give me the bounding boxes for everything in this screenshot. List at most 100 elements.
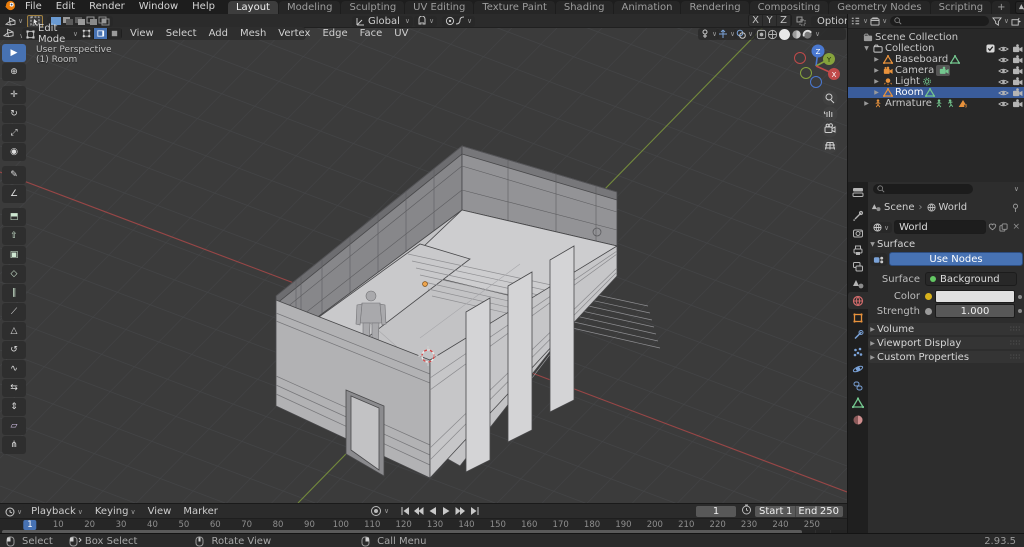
tool-smooth-button[interactable]: ∿ — [2, 360, 26, 378]
surface-shader-dropdown[interactable]: Background — [925, 272, 1017, 286]
panel-grip-icon[interactable]: ∷∷ — [1010, 325, 1021, 333]
outliner-editor-icon[interactable] — [850, 16, 861, 26]
shading-wireframe-icon[interactable] — [767, 29, 778, 40]
outliner-search-input[interactable] — [890, 16, 989, 26]
properties-editor-type-button[interactable] — [848, 184, 868, 201]
tool-bevel-button[interactable]: ◇ — [2, 265, 26, 283]
expander-icon[interactable]: ▶ — [872, 67, 881, 74]
properties-tab-tool[interactable] — [848, 207, 868, 224]
hide-in-viewport-icon[interactable] — [998, 100, 1009, 108]
next-keyframe-button[interactable] — [454, 506, 467, 517]
outliner-row-armature[interactable]: ▶ Armature 9 — [848, 98, 1024, 109]
topbar-menu-edit[interactable]: Edit — [49, 0, 82, 14]
expander-icon[interactable]: ▶ — [872, 56, 881, 63]
mirror-x-button[interactable]: X — [749, 15, 763, 26]
jump-to-start-button[interactable] — [398, 506, 411, 517]
fake-user-icon[interactable] — [988, 223, 997, 232]
transform-orientation-dropdown[interactable]: Global ∨ — [352, 15, 414, 27]
animate-dot-icon[interactable] — [1018, 294, 1022, 299]
topbar-menu-window[interactable]: Window — [132, 0, 185, 14]
panel-header-volume[interactable]: ▶ Volume ∷∷ — [868, 323, 1024, 335]
outliner-row-baseboard[interactable]: ▶ Baseboard — [848, 54, 1024, 65]
timeline-menu-view[interactable]: View — [142, 506, 178, 517]
properties-tab-modifiers[interactable] — [848, 326, 868, 343]
workspace-tab-rendering[interactable]: Rendering — [681, 1, 749, 14]
tool-inset-faces-button[interactable]: ▣ — [2, 246, 26, 264]
new-collection-icon[interactable] — [1011, 17, 1021, 26]
properties-tab-output[interactable] — [848, 241, 868, 258]
breadcrumb-world[interactable]: World — [939, 202, 968, 213]
options-dropdown[interactable]: Options ∨ — [811, 15, 847, 27]
tool-rotate-button[interactable]: ↻ — [2, 105, 26, 123]
tool-rip-region-button[interactable]: ⋔ — [2, 436, 26, 454]
select-invert-icon[interactable] — [86, 16, 98, 26]
tool-cursor-button[interactable]: ⊕ — [2, 63, 26, 81]
gizmo-x-neg[interactable] — [794, 52, 806, 64]
tool-knife-button[interactable]: ⟋ — [2, 303, 26, 321]
timeline-menu-marker[interactable]: Marker — [177, 506, 224, 517]
xray-toggle-icon[interactable] — [756, 29, 767, 40]
color-swatch[interactable] — [935, 290, 1015, 303]
tool-transform-button[interactable]: ◉ — [2, 143, 26, 161]
timeline-editor-type-button[interactable]: ∨ — [3, 506, 25, 517]
face-select-button[interactable] — [108, 28, 122, 39]
properties-tab-world[interactable] — [848, 292, 868, 309]
properties-tab-view-layer[interactable] — [848, 258, 868, 275]
room-pilaster[interactable] — [465, 297, 491, 473]
frame-range-fields[interactable]: Start 1 End 250 — [755, 505, 843, 517]
timeline-menu-playback[interactable]: Playback ∨ — [25, 506, 89, 517]
tool-measure-button[interactable]: ∠ — [2, 185, 26, 203]
input-socket-icon[interactable] — [925, 307, 932, 315]
tool-edge-slide-button[interactable]: ⇆ — [2, 379, 26, 397]
room-pilaster[interactable] — [507, 271, 533, 443]
outliner-row-room[interactable]: ▶ Room — [848, 87, 1024, 98]
workspace-tab-modeling[interactable]: Modeling — [278, 1, 341, 14]
workspace-tab-texture-paint[interactable]: Texture Paint — [474, 1, 555, 14]
tool-add-cube-button[interactable]: ⬒ — [2, 208, 26, 226]
outliner-row-collection[interactable]: ▼ Collection — [848, 43, 1024, 54]
current-frame-field[interactable]: 1 — [696, 505, 736, 517]
panel-header-viewport-display[interactable]: ▶ Viewport Display ∷∷ — [868, 337, 1024, 349]
pin-icon[interactable] — [1011, 203, 1020, 213]
disable-in-renders-icon[interactable] — [1012, 66, 1023, 75]
select-intersect-icon[interactable] — [98, 16, 110, 26]
workspace-tab-geometry-nodes[interactable]: Geometry Nodes — [829, 1, 930, 14]
world-name-field[interactable]: World — [894, 220, 987, 234]
outliner-row-light[interactable]: ▶ Light — [848, 76, 1024, 87]
room-model[interactable] — [275, 145, 661, 480]
viewport-menu-select[interactable]: Select — [160, 28, 203, 39]
viewport-canvas[interactable]: Z Y X — [0, 14, 847, 503]
hide-in-viewport-icon[interactable] — [998, 78, 1009, 86]
play-reverse-button[interactable] — [426, 506, 439, 517]
hide-in-viewport-icon[interactable] — [998, 56, 1009, 64]
navigation-gizmo[interactable]: Z Y X — [794, 44, 841, 88]
use-preview-range-button[interactable] — [741, 504, 752, 518]
tool-move-button[interactable]: ✛ — [2, 86, 26, 104]
tool-scale-button[interactable]: ⤢ — [2, 124, 26, 142]
workspace-tab-scripting[interactable]: Scripting — [930, 1, 992, 14]
hide-in-viewport-icon[interactable] — [998, 45, 1009, 53]
gizmo-y-neg[interactable] — [800, 67, 812, 79]
proportional-edit-dropdown[interactable]: ∨ — [442, 15, 476, 27]
disable-in-renders-icon[interactable] — [1012, 55, 1023, 64]
record-icon[interactable] — [370, 505, 382, 517]
previous-keyframe-button[interactable] — [412, 506, 425, 517]
breadcrumb-scene[interactable]: Scene — [884, 202, 915, 213]
properties-tab-scene[interactable] — [848, 275, 868, 292]
viewport-menu-edge[interactable]: Edge — [316, 28, 353, 39]
disable-in-renders-icon[interactable] — [1012, 88, 1023, 97]
shading-rendered-icon[interactable] — [802, 29, 813, 40]
viewport-menu-mesh[interactable]: Mesh — [234, 28, 272, 39]
snap-base-icon[interactable] — [796, 16, 807, 26]
workspace-tab-uv-editing[interactable]: UV Editing — [405, 1, 474, 14]
snapping-dropdown[interactable]: ∨ — [414, 15, 438, 27]
use-nodes-button[interactable]: Use Nodes — [889, 252, 1023, 266]
viewport-menu-face[interactable]: Face — [354, 28, 389, 39]
collection-checkbox-icon[interactable] — [986, 44, 995, 53]
mode-dropdown[interactable]: Edit Mode ∨ — [22, 23, 82, 45]
tool-loop-cut-button[interactable]: ∥ — [2, 284, 26, 302]
select-subtract-icon[interactable] — [74, 16, 86, 26]
properties-tab-constraints[interactable] — [848, 377, 868, 394]
topbar-menu-render[interactable]: Render — [82, 0, 132, 14]
tool-shrink-fatten-button[interactable]: ⇕ — [2, 398, 26, 416]
